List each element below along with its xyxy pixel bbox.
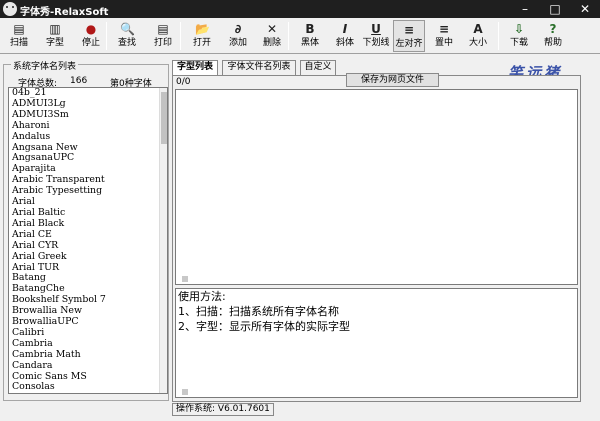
font-list-item[interactable]: Consolas (9, 382, 167, 393)
font-list-scrollbar[interactable] (159, 88, 167, 393)
font-preview-area[interactable] (175, 89, 578, 285)
find-document-icon: 🔍 (120, 22, 135, 36)
bold-button[interactable]: B 黑体 (294, 20, 326, 52)
font-list-item[interactable]: Candara (9, 360, 167, 372)
center-button[interactable]: ≡ 置中 (428, 20, 460, 52)
italic-icon: I (342, 22, 348, 36)
find-button[interactable]: 🔍 查找 (111, 20, 143, 52)
stop-icon: ● (85, 22, 97, 36)
scrollbar-thumb[interactable] (161, 92, 167, 144)
print-icon: ▤ (157, 22, 169, 36)
font-counter: 0/0 (176, 77, 191, 87)
close-icon[interactable]: ✕ (570, 0, 600, 18)
tab-custom[interactable]: 自定义 (300, 60, 336, 75)
underline-icon: U (371, 22, 381, 36)
font-count-value: 166 (70, 76, 88, 86)
add-button[interactable]: ∂ 添加 (222, 20, 254, 52)
italic-button[interactable]: I 斜体 (330, 20, 360, 52)
instruction-line: 2、字型：显示所有字体的实际字型 (178, 320, 350, 333)
font-list[interactable]: 04b_21 ADMUI3Lg ADMUI3Sm Aharoni Andalus Angs… (8, 87, 168, 394)
status-bar: 操作系统: V6.01.7601 (172, 403, 274, 416)
instructions-textbox[interactable]: 使用方法: 1、扫描：扫描系统所有字体名称 2、字型：显示所有字体的实际字型 (175, 288, 578, 398)
open-folder-icon: 📂 (195, 22, 210, 36)
align-left-button[interactable]: ≡ 左对齐 (393, 20, 425, 52)
save-as-webpage-button[interactable]: 保存为网页文件 (346, 73, 439, 87)
font-list-item[interactable]: Arial CYR (9, 240, 167, 252)
bold-icon: B (305, 22, 315, 36)
align-center-icon: ≡ (438, 22, 450, 36)
font-list-item[interactable]: Aharoni (9, 120, 167, 132)
instruction-line: 1、扫描：扫描系统所有字体名称 (178, 305, 339, 318)
align-left-icon: ≡ (403, 23, 415, 37)
open-label: 打开 (192, 38, 211, 48)
download-label: 下载 (509, 38, 528, 48)
scan-label: 扫描 (9, 38, 28, 48)
open-button[interactable]: 📂 打开 (186, 20, 218, 52)
help-button[interactable]: ? 帮助 (537, 20, 569, 52)
font-print-icon: ▥ (49, 22, 61, 36)
paperclip-icon: ∂ (234, 22, 242, 36)
center-label: 置中 (434, 38, 453, 48)
find-label: 查找 (117, 38, 136, 48)
scan-button[interactable]: ▤ 扫描 (3, 20, 35, 52)
instruction-line: 使用方法: (178, 290, 226, 303)
os-label: 操作系统: (176, 404, 216, 414)
size-button[interactable]: A 大小 (462, 20, 494, 52)
resize-handle[interactable] (182, 276, 188, 282)
underline-label: 下划线 (362, 38, 390, 48)
font-list-item[interactable]: Arial Greek (9, 251, 167, 263)
help-icon: ? (549, 22, 557, 36)
title-bar: 字体秀-RelaxSoft – □ ✕ (0, 0, 600, 18)
delete-button[interactable]: ✕ 删除 (256, 20, 288, 52)
print-label: 打印 (153, 38, 172, 48)
toolbar-separator (180, 22, 181, 50)
download-button[interactable]: ⇩ 下载 (503, 20, 535, 52)
resize-handle[interactable] (182, 389, 188, 395)
printer-icon: ▤ (13, 22, 25, 36)
italic-label: 斜体 (335, 38, 354, 48)
toolbar-separator (106, 22, 107, 50)
toolbar-separator (288, 22, 289, 50)
panda-app-icon (3, 2, 17, 16)
font-list-item[interactable]: Andalus (9, 131, 167, 143)
download-icon: ⇩ (513, 22, 525, 36)
size-label: 大小 (468, 38, 487, 48)
underline-button[interactable]: U 下划线 (360, 20, 392, 52)
align-left-label: 左对齐 (395, 39, 423, 49)
toolbar: ▤ 扫描 ▥ 字型 ● 停止 🔍 查找 ▤ 打印 📂 打开 ∂ 添加 ✕ 删除 B 黑体 I 斜体 U 下划线 ≡ 左对齐 ≡ 置… (0, 18, 600, 54)
delete-label: 删除 (262, 38, 281, 48)
os-version-label: 操作系统: V6.01.7601 (172, 403, 274, 416)
minimize-icon[interactable]: – (510, 0, 540, 18)
tab-font-filename-list[interactable]: 字体文件名列表 (222, 60, 296, 75)
system-font-list-group: 系统字体名列表 字体总数: 166 第0种字体 04b_21 ADMUI3Lg AD… (3, 59, 169, 401)
glyphs-button[interactable]: ▥ 字型 (39, 20, 71, 52)
tab-glyph-list[interactable]: 字型列表 (172, 60, 218, 75)
help-label: 帮助 (543, 38, 562, 48)
font-size-icon: A (473, 22, 483, 36)
delete-x-icon: ✕ (266, 22, 278, 36)
toolbar-separator (498, 22, 499, 50)
bold-label: 黑体 (300, 38, 319, 48)
stop-label: 停止 (81, 38, 100, 48)
maximize-icon[interactable]: □ (540, 0, 570, 18)
stop-button[interactable]: ● 停止 (75, 20, 107, 52)
print-button[interactable]: ▤ 打印 (147, 20, 179, 52)
add-label: 添加 (228, 38, 247, 48)
glyphs-label: 字型 (45, 38, 64, 48)
system-font-list-legend: 系统字体名列表 (11, 59, 79, 72)
window-title: 字体秀-RelaxSoft (20, 7, 109, 18)
os-version: V6.01.7601 (217, 404, 270, 414)
